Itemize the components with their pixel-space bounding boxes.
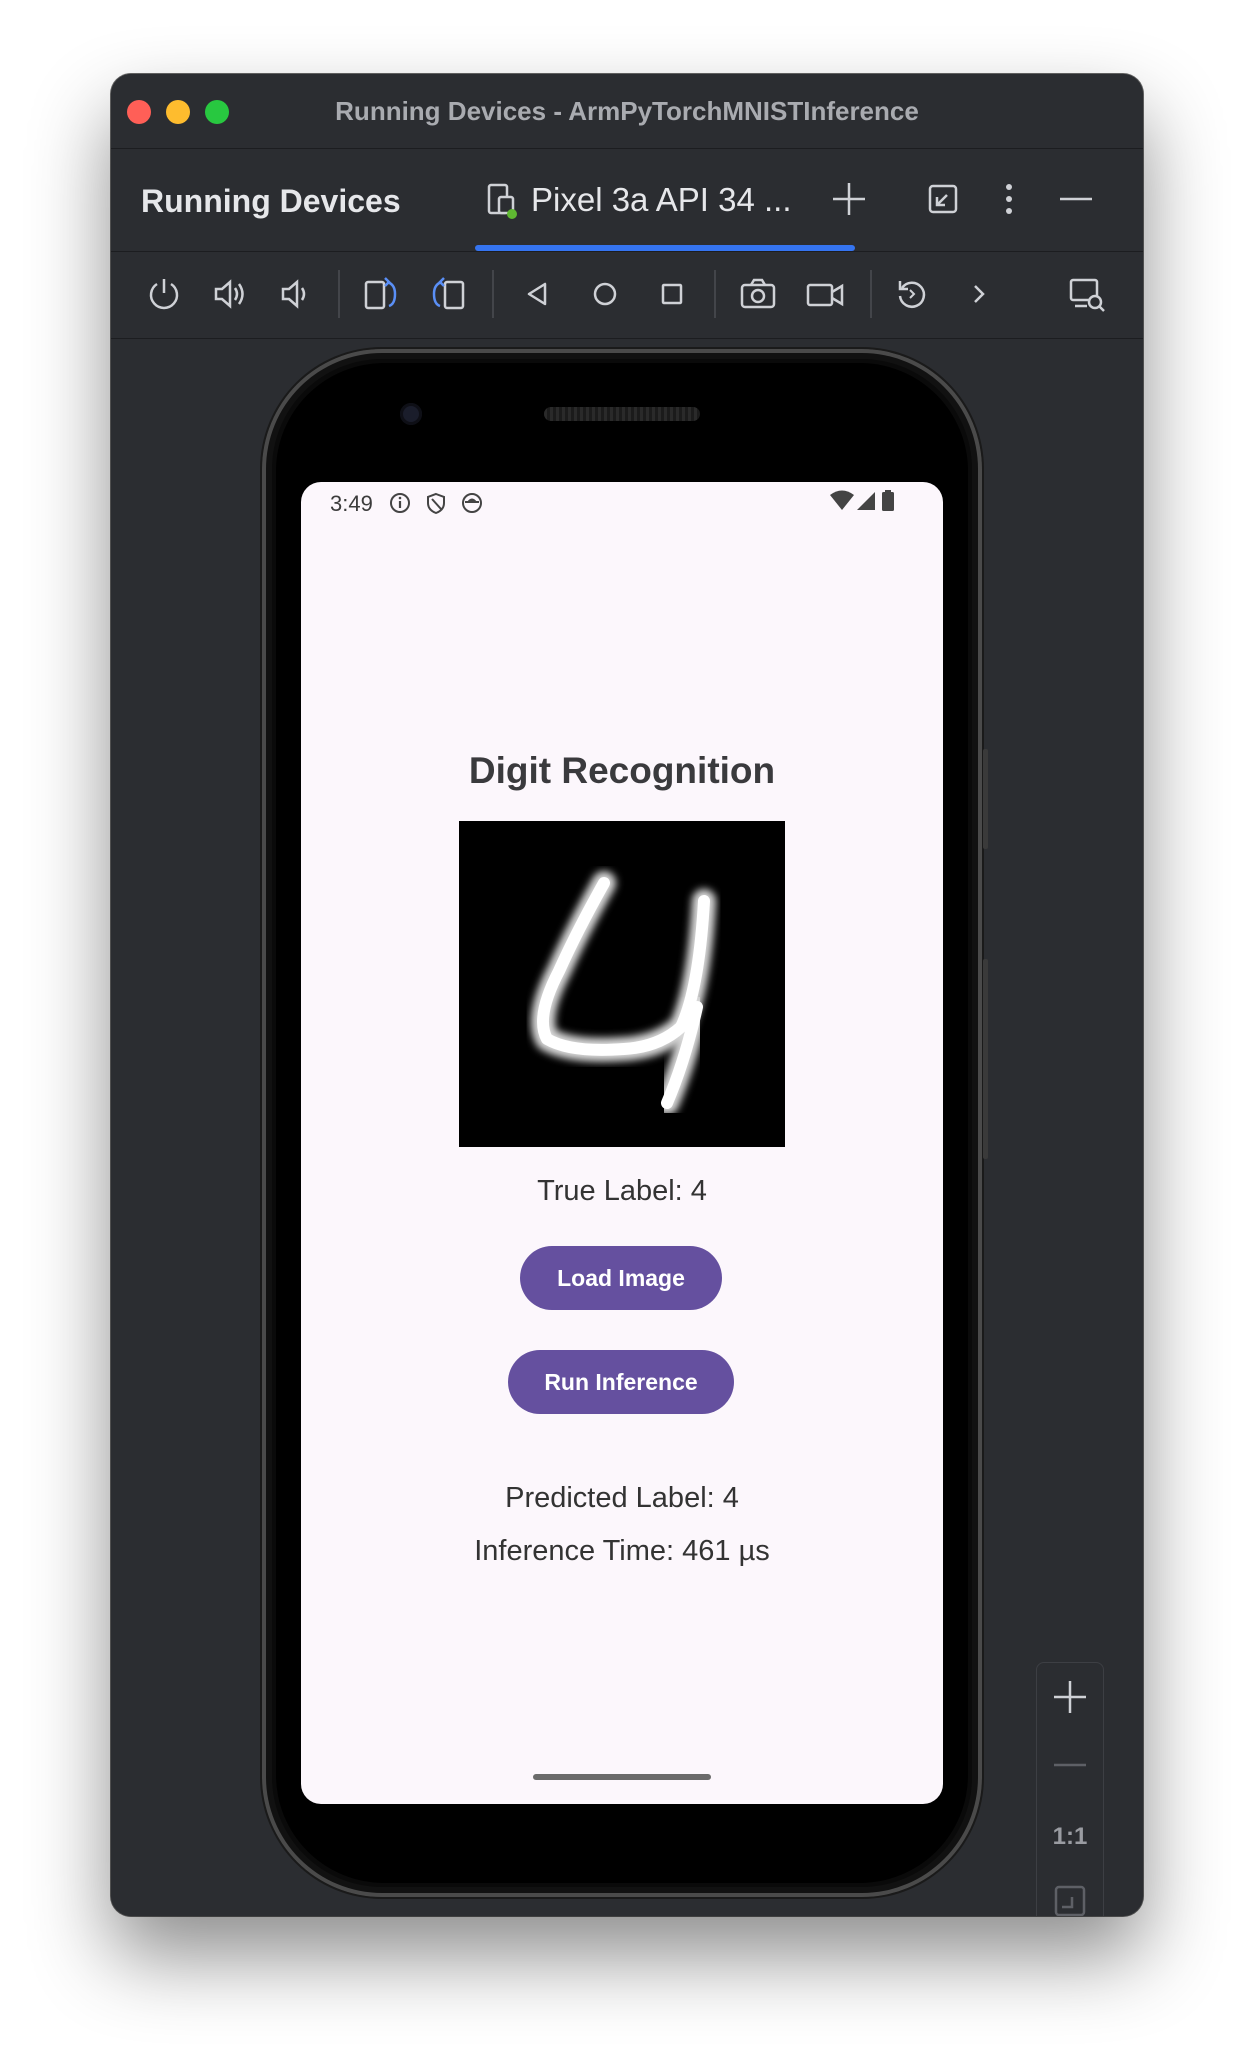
ide-window: Running Devices - ArmPyTorchMNISTInferen… [111, 74, 1143, 1916]
info-icon [389, 492, 411, 519]
gesture-home-indicator[interactable] [533, 1774, 711, 1780]
toolbar-separator [492, 270, 494, 318]
phone-screen[interactable]: 3:49 Digit Recognition True Label: 4 Loa… [301, 482, 943, 1804]
zoom-in-icon[interactable] [1050, 1677, 1090, 1717]
home-icon[interactable] [585, 274, 625, 314]
zoom-controls: 1:1 [1036, 1662, 1104, 1916]
toolbar-separator [714, 270, 716, 318]
reset-icon[interactable] [892, 274, 932, 314]
shield-icon [425, 492, 447, 519]
wifi-icon [829, 490, 855, 517]
inference-time-text: Inference Time: 461 µs [474, 1535, 770, 1567]
overview-icon[interactable] [652, 274, 692, 314]
add-device-icon[interactable] [829, 179, 869, 219]
device-toolbar [111, 252, 1143, 339]
true-label-text: True Label: 4 [537, 1175, 707, 1207]
page-title: Digit Recognition [468, 750, 776, 791]
tab-bar: Running Devices Pixel 3a API 34 ... [111, 149, 1143, 252]
device-tab-label: Pixel 3a API 34 ... [531, 181, 792, 218]
app-notification-icon [461, 492, 483, 519]
rotate-right-icon[interactable] [428, 274, 468, 314]
hide-panel-icon[interactable] [1056, 179, 1096, 219]
panel-title: Running Devices [141, 183, 401, 219]
device-mirroring-icon[interactable] [1067, 274, 1107, 314]
active-tab-indicator [475, 245, 855, 251]
earpiece-speaker [544, 407, 700, 421]
options-menu-icon[interactable] [989, 179, 1029, 219]
toolbar-separator [338, 270, 340, 318]
signal-icon [855, 490, 877, 517]
rotate-left-icon[interactable] [361, 274, 401, 314]
load-image-button[interactable]: Load Image [520, 1246, 722, 1310]
toolbar-separator [870, 270, 872, 318]
zoom-fit-icon[interactable] [1050, 1881, 1090, 1916]
more-chevron-icon[interactable] [959, 274, 999, 314]
zoom-actual-size-button[interactable]: 1:1 [1037, 1823, 1103, 1851]
device-stage: 3:49 Digit Recognition True Label: 4 Loa… [111, 339, 1143, 1916]
back-icon[interactable] [517, 274, 557, 314]
power-icon[interactable] [144, 274, 184, 314]
screenshot-icon[interactable] [738, 274, 778, 314]
volume-down-icon[interactable] [275, 274, 315, 314]
restore-panel-icon[interactable] [923, 179, 963, 219]
phone-frame: 3:49 Digit Recognition True Label: 4 Loa… [262, 349, 988, 1897]
battery-icon [881, 490, 895, 517]
screen-record-icon[interactable] [805, 274, 845, 314]
volume-up-icon[interactable] [210, 274, 250, 314]
tab-device-pixel-3a[interactable]: Pixel 3a API 34 ... [475, 149, 855, 251]
front-camera [400, 403, 422, 425]
zoom-out-icon[interactable] [1050, 1745, 1090, 1785]
mnist-digit-image [459, 821, 785, 1147]
window-title: Running Devices - ArmPyTorchMNISTInferen… [335, 96, 919, 126]
predicted-label-text: Predicted Label: 4 [505, 1482, 739, 1514]
run-inference-button[interactable]: Run Inference [508, 1350, 734, 1414]
status-time: 3:49 [330, 491, 373, 516]
phone-volume-button [983, 959, 988, 1159]
phone-power-button [983, 749, 988, 849]
device-phone-icon [485, 181, 519, 226]
title-bar: Running Devices - ArmPyTorchMNISTInferen… [111, 74, 1143, 149]
